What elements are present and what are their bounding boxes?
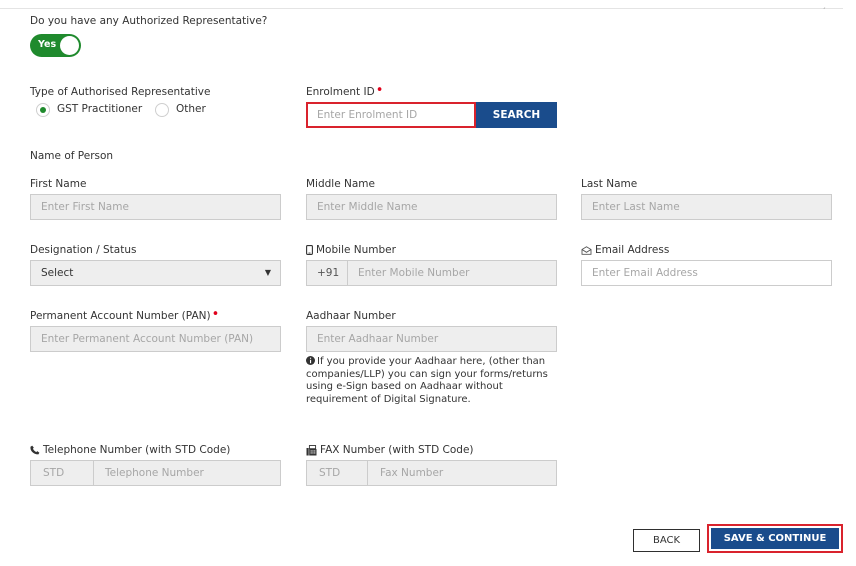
chevron-down-icon: ▼: [264, 268, 271, 277]
aadhaar-input[interactable]: Enter Aadhaar Number: [306, 326, 557, 352]
telephone-std-input[interactable]: STD: [43, 461, 64, 485]
radio-other[interactable]: [155, 103, 169, 117]
designation-selected-value: Select: [41, 267, 74, 279]
radio-gst-practitioner-label[interactable]: GST Practitioner: [57, 103, 142, 115]
designation-select[interactable]: Select ▼: [30, 260, 281, 286]
mobile-number-field[interactable]: +91 Enter Mobile Number: [306, 260, 557, 286]
aadhaar-note: If you provide your Aadhaar here, (other…: [306, 356, 548, 405]
fax-std-input[interactable]: STD: [319, 461, 340, 485]
email-address-input[interactable]: Enter Email Address: [581, 260, 832, 286]
last-name-input[interactable]: Enter Last Name: [581, 194, 832, 220]
save-continue-button[interactable]: SAVE & CONTINUE: [711, 528, 839, 549]
middle-name-input[interactable]: Enter Middle Name: [306, 194, 557, 220]
search-button[interactable]: SEARCH: [476, 102, 557, 128]
telephone-label: Telephone Number (with STD Code): [30, 444, 230, 456]
top-divider: [0, 8, 843, 9]
corner-mark: ˏ: [822, 0, 826, 9]
country-code-prefix: +91: [317, 267, 340, 279]
toggle-knob: [60, 36, 79, 55]
radio-other-label[interactable]: Other: [176, 103, 206, 115]
pan-label: Permanent Account Number (PAN)•: [30, 307, 220, 322]
mobile-icon: [306, 245, 313, 255]
required-indicator: •: [211, 307, 220, 322]
aadhaar-label: Aadhaar Number: [306, 310, 396, 322]
telephone-number-input[interactable]: Telephone Number: [93, 461, 204, 485]
last-name-label: Last Name: [581, 178, 638, 190]
authorized-rep-question: Do you have any Authorized Representativ…: [30, 15, 268, 27]
fax-number-input[interactable]: Fax Number: [367, 461, 443, 485]
required-indicator: •: [375, 83, 384, 98]
fax-label: FAX Number (with STD Code): [306, 444, 474, 456]
enrolment-id-label: Enrolment ID•: [306, 83, 384, 98]
fax-field[interactable]: STD Fax Number: [306, 460, 557, 486]
mobile-number-label: Mobile Number: [306, 244, 396, 256]
pan-input[interactable]: Enter Permanent Account Number (PAN): [30, 326, 281, 352]
radio-gst-practitioner[interactable]: [36, 103, 50, 117]
email-address-label: Email Address: [581, 244, 669, 256]
toggle-label: Yes: [38, 39, 57, 50]
phone-icon: [30, 445, 40, 455]
first-name-input[interactable]: Enter First Name: [30, 194, 281, 220]
envelope-icon: [581, 245, 592, 255]
designation-label: Designation / Status: [30, 244, 137, 256]
enrolment-id-input[interactable]: Enter Enrolment ID: [306, 102, 476, 128]
mobile-number-input[interactable]: Enter Mobile Number: [347, 261, 469, 285]
telephone-field[interactable]: STD Telephone Number: [30, 460, 281, 486]
fax-icon: [306, 444, 317, 455]
name-section-heading: Name of Person: [30, 150, 114, 162]
back-button[interactable]: BACK: [633, 529, 700, 552]
rep-type-label: Type of Authorised Representative: [30, 86, 211, 98]
info-icon: [306, 356, 315, 365]
first-name-label: First Name: [30, 178, 87, 190]
save-continue-highlight: SAVE & CONTINUE: [707, 524, 843, 553]
middle-name-label: Middle Name: [306, 178, 375, 190]
authorized-rep-toggle[interactable]: Yes: [30, 34, 81, 57]
